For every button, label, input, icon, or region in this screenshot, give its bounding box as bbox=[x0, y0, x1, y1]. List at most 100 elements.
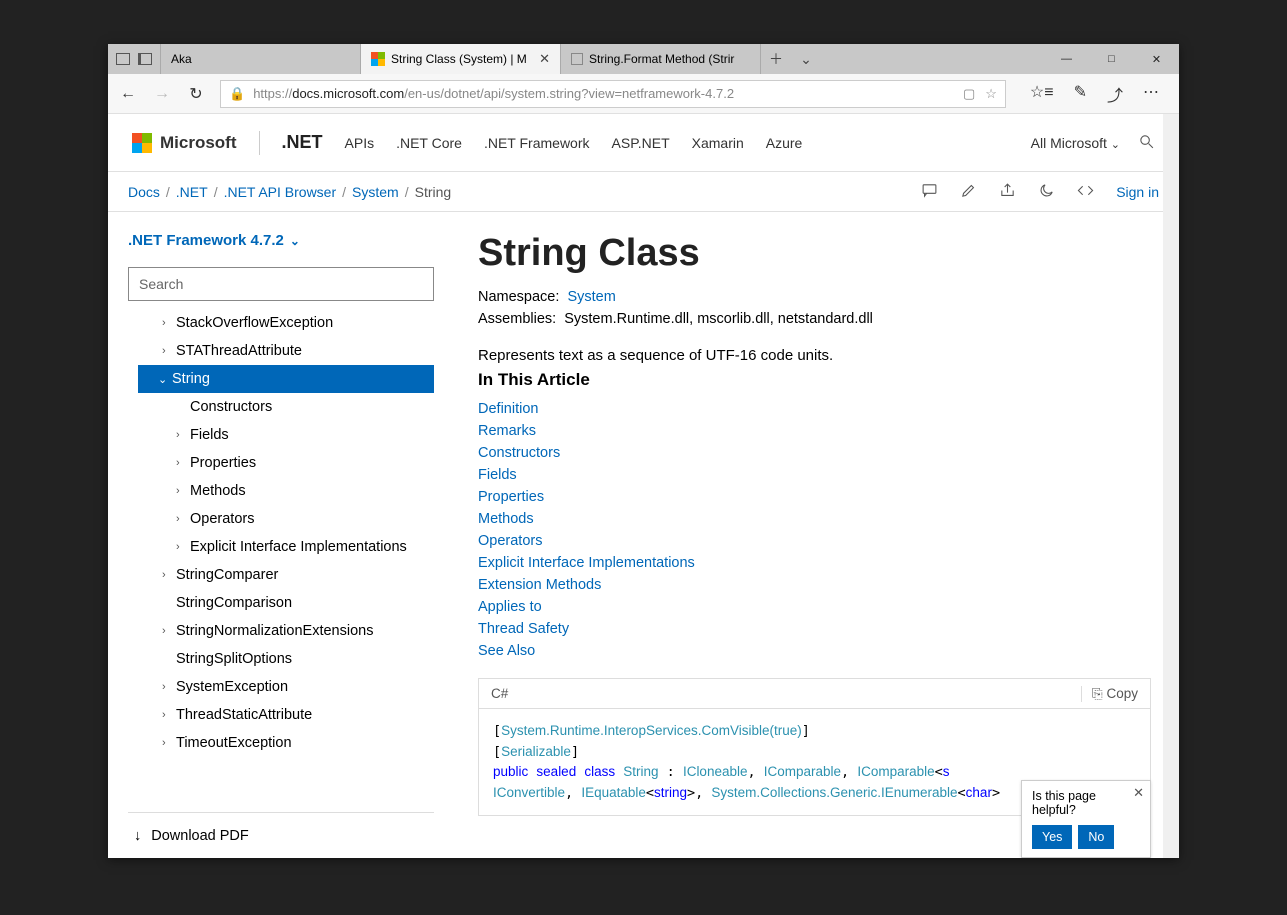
new-tab-button[interactable]: ＋ bbox=[761, 44, 791, 74]
toc-link[interactable]: Methods bbox=[478, 508, 1151, 530]
minimize-button[interactable]: — bbox=[1044, 44, 1089, 74]
window-controls: — □ ✕ bbox=[1044, 44, 1179, 74]
maximize-button[interactable]: □ bbox=[1089, 44, 1134, 74]
toc-link[interactable]: Constructors bbox=[478, 442, 1151, 464]
close-tab-icon[interactable]: ✕ bbox=[539, 51, 550, 67]
toc-link[interactable]: Operators bbox=[478, 530, 1151, 552]
tree-item[interactable]: ›STAThreadAttribute bbox=[128, 337, 434, 365]
edit-icon[interactable] bbox=[960, 182, 977, 202]
notes-icon[interactable]: ✎ bbox=[1074, 82, 1087, 106]
toc-link[interactable]: Thread Safety bbox=[478, 618, 1151, 640]
microsoft-logo[interactable]: Microsoft bbox=[132, 133, 237, 153]
forward-button[interactable]: → bbox=[152, 85, 172, 103]
sidebar-search-input[interactable]: Search bbox=[128, 267, 434, 301]
crumb-api-browser[interactable]: .NET API Browser bbox=[224, 184, 337, 200]
toc-link[interactable]: Fields bbox=[478, 464, 1151, 486]
crumb-docs[interactable]: Docs bbox=[128, 184, 160, 200]
tree-item[interactable]: Constructors bbox=[128, 393, 434, 421]
toc-list: DefinitionRemarksConstructorsFieldsPrope… bbox=[478, 398, 1151, 662]
dark-mode-icon[interactable] bbox=[1038, 182, 1055, 202]
tree-item[interactable]: ›TimeoutException bbox=[128, 729, 434, 757]
chevron-right-icon: › bbox=[176, 457, 190, 469]
toc-link[interactable]: See Also bbox=[478, 640, 1151, 662]
tab-aka[interactable]: Aka bbox=[161, 44, 361, 74]
chevron-right-icon: › bbox=[162, 709, 176, 721]
toc-link[interactable]: Remarks bbox=[478, 420, 1151, 442]
tabs-menu-button[interactable]: ⌄ bbox=[791, 44, 821, 74]
lock-icon: 🔒 bbox=[229, 86, 245, 102]
tree-item-label: StackOverflowException bbox=[176, 315, 333, 331]
nav-xamarin[interactable]: Xamarin bbox=[692, 135, 744, 151]
close-window-button[interactable]: ✕ bbox=[1134, 44, 1179, 74]
tree-item-label: StringNormalizationExtensions bbox=[176, 623, 373, 639]
tab-bar: Aka String Class (System) | M ✕ String.F… bbox=[108, 44, 1179, 74]
tab-string-format[interactable]: String.Format Method (Strir bbox=[561, 44, 761, 74]
search-icon[interactable] bbox=[1138, 133, 1155, 153]
chevron-right-icon: › bbox=[162, 625, 176, 637]
all-microsoft-menu[interactable]: All Microsoft ⌄ bbox=[1031, 135, 1120, 151]
nav-azure[interactable]: Azure bbox=[766, 135, 803, 151]
tree-item[interactable]: ›Explicit Interface Implementations bbox=[128, 533, 434, 561]
nav-netcore[interactable]: .NET Core bbox=[396, 135, 462, 151]
tabs-preview-icon bbox=[138, 53, 152, 65]
tree-item-label: TimeoutException bbox=[176, 735, 292, 751]
toc-link[interactable]: Applies to bbox=[478, 596, 1151, 618]
toc-link[interactable]: Explicit Interface Implementations bbox=[478, 552, 1151, 574]
nav-tree: ›StackOverflowException›STAThreadAttribu… bbox=[128, 309, 434, 812]
copy-button[interactable]: ⎘ Copy bbox=[1081, 686, 1138, 702]
feedback-no-button[interactable]: No bbox=[1078, 825, 1114, 849]
tab-set-aside[interactable] bbox=[108, 44, 161, 74]
tree-item[interactable]: ›Operators bbox=[128, 505, 434, 533]
tabs-aside-icon bbox=[116, 53, 130, 65]
feedback-yes-button[interactable]: Yes bbox=[1032, 825, 1072, 849]
url-box[interactable]: 🔒 https://docs.microsoft.com/en-us/dotne… bbox=[220, 80, 1006, 108]
favorite-star-icon[interactable]: ☆ bbox=[985, 86, 997, 102]
tree-item[interactable]: ›ThreadStaticAttribute bbox=[128, 701, 434, 729]
tree-item[interactable]: ›StringNormalizationExtensions bbox=[128, 617, 434, 645]
tree-item[interactable]: ›StringComparer bbox=[128, 561, 434, 589]
crumb-system[interactable]: System bbox=[352, 184, 399, 200]
tree-item[interactable]: ›Methods bbox=[128, 477, 434, 505]
tree-item[interactable]: ›Properties bbox=[128, 449, 434, 477]
share-page-icon[interactable] bbox=[999, 182, 1016, 202]
tree-item-label: StringComparer bbox=[176, 567, 278, 583]
tree-item-label: StringComparison bbox=[176, 595, 292, 611]
sign-in-link[interactable]: Sign in bbox=[1116, 184, 1159, 200]
back-button[interactable]: ← bbox=[118, 85, 138, 103]
sidebar: .NET Framework 4.7.2⌄ Search ›StackOverf… bbox=[108, 212, 450, 858]
toc-link[interactable]: Extension Methods bbox=[478, 574, 1151, 596]
tree-item[interactable]: ⌄String bbox=[138, 365, 434, 393]
product-name[interactable]: .NET bbox=[282, 132, 323, 153]
toc-link[interactable]: Properties bbox=[478, 486, 1151, 508]
tree-item[interactable]: StringComparison bbox=[128, 589, 434, 617]
chevron-down-icon: ⌄ bbox=[1111, 139, 1120, 151]
tree-item[interactable]: StringSplitOptions bbox=[128, 645, 434, 673]
version-selector[interactable]: .NET Framework 4.7.2⌄ bbox=[128, 232, 434, 249]
tree-item[interactable]: ›Fields bbox=[128, 421, 434, 449]
crumb-dotnet[interactable]: .NET bbox=[176, 184, 208, 200]
ms-brand: Microsoft bbox=[160, 133, 237, 153]
nav-aspnet[interactable]: ASP.NET bbox=[612, 135, 670, 151]
download-pdf-link[interactable]: ↓ Download PDF bbox=[128, 812, 434, 858]
toc-link[interactable]: Definition bbox=[478, 398, 1151, 420]
tree-item[interactable]: ›SystemException bbox=[128, 673, 434, 701]
favorites-icon[interactable]: ☆≡ bbox=[1030, 82, 1054, 106]
tab-string-class[interactable]: String Class (System) | M ✕ bbox=[361, 44, 561, 74]
code-icon[interactable] bbox=[1077, 182, 1094, 202]
comments-icon[interactable] bbox=[921, 182, 938, 202]
nav-netframework[interactable]: .NET Framework bbox=[484, 135, 590, 151]
assemblies-row: Assemblies: System.Runtime.dll, mscorlib… bbox=[478, 311, 1151, 327]
tree-item[interactable]: ›StackOverflowException bbox=[128, 309, 434, 337]
more-icon[interactable]: ⋯ bbox=[1143, 82, 1159, 106]
tree-item-label: Properties bbox=[190, 455, 256, 471]
namespace-link[interactable]: System bbox=[567, 289, 615, 305]
address-bar: ← → ↻ 🔒 https://docs.microsoft.com/en-us… bbox=[108, 74, 1179, 114]
crumb-current: String bbox=[415, 184, 452, 200]
refresh-button[interactable]: ↻ bbox=[186, 84, 206, 104]
reading-view-icon[interactable]: ▢ bbox=[963, 86, 975, 102]
share-icon[interactable]: ⤴ bbox=[1107, 82, 1123, 106]
close-popup-icon[interactable]: ✕ bbox=[1133, 785, 1144, 801]
tree-item-label: String bbox=[172, 371, 210, 387]
nav-apis[interactable]: APIs bbox=[345, 135, 375, 151]
vertical-scrollbar[interactable] bbox=[1163, 114, 1179, 858]
